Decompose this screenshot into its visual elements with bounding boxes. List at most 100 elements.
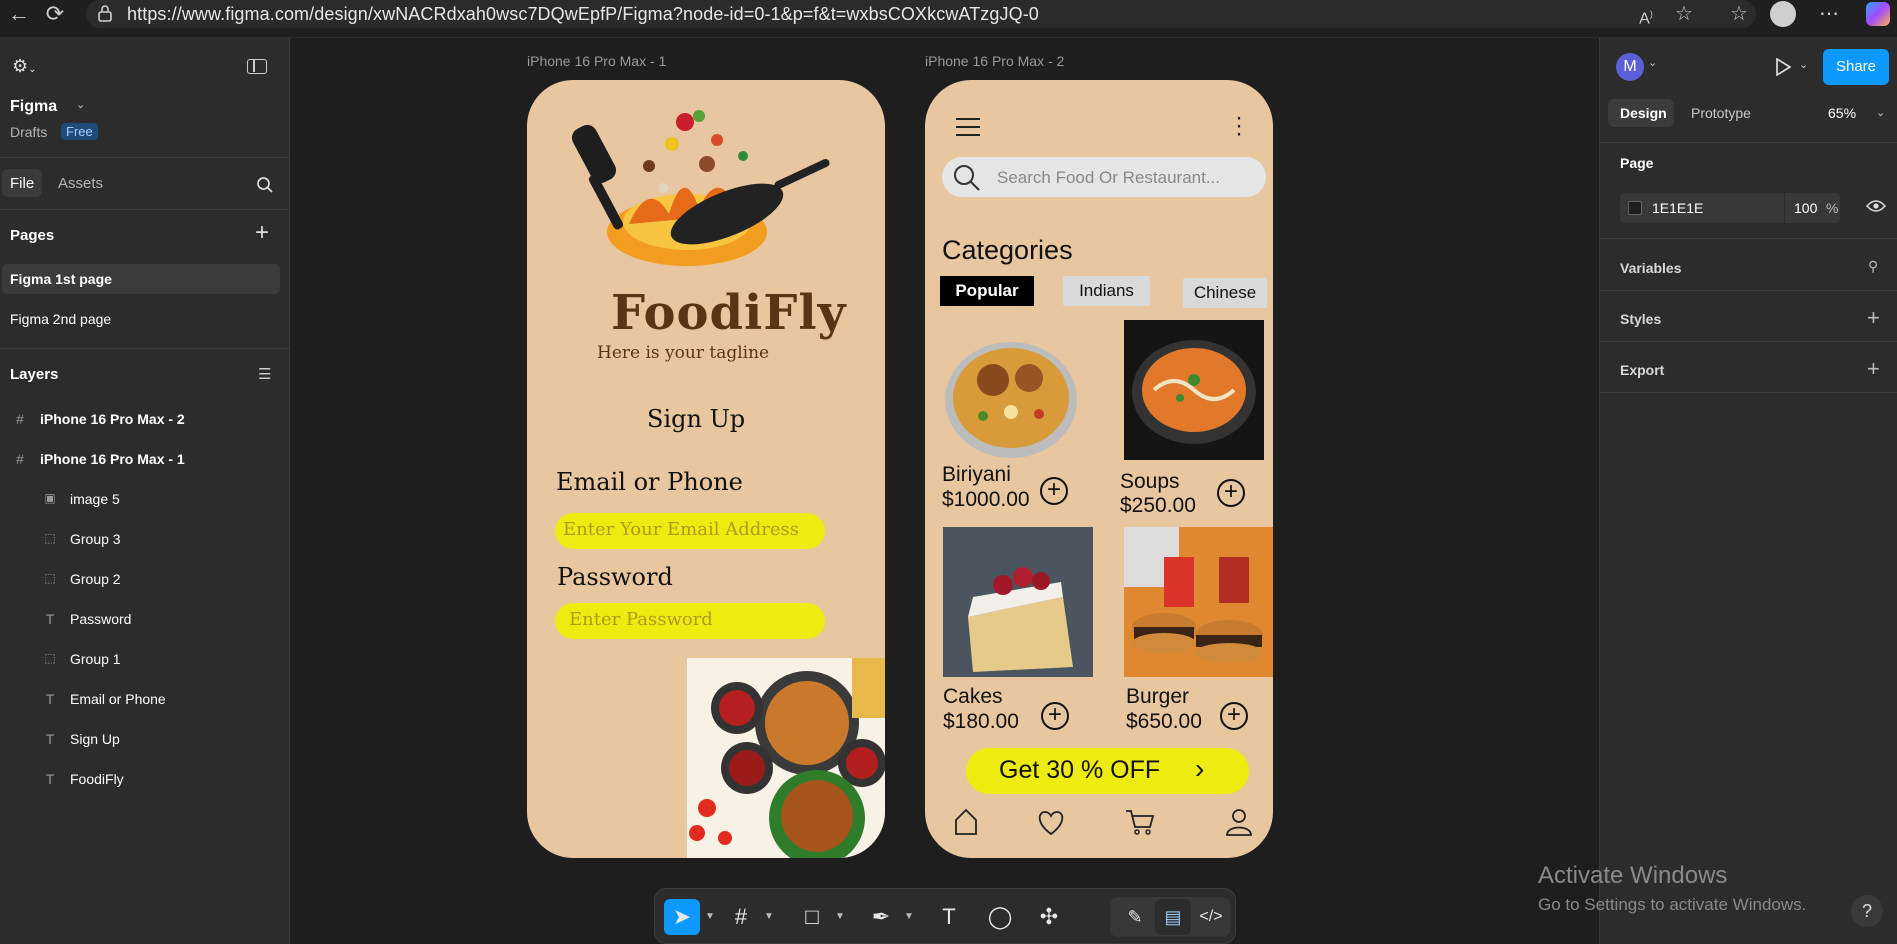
profile-icon[interactable] bbox=[1225, 808, 1253, 836]
zoom-chevron-icon[interactable]: ⌄ bbox=[1876, 106, 1885, 119]
design-mode-icon[interactable]: ▤ bbox=[1155, 899, 1191, 935]
search-icon bbox=[954, 165, 980, 191]
variables-heading[interactable]: Variables bbox=[1620, 260, 1682, 276]
layer-item[interactable]: Password bbox=[70, 611, 131, 627]
styles-heading[interactable]: Styles bbox=[1620, 311, 1661, 327]
refresh-icon[interactable]: ⟳ bbox=[40, 2, 70, 26]
help-icon[interactable]: ? bbox=[1851, 895, 1883, 927]
item-name-biriyani: Biriyani bbox=[942, 463, 1011, 486]
chip-chinese[interactable]: Chinese bbox=[1183, 278, 1267, 308]
zoom-level[interactable]: 65% bbox=[1828, 105, 1856, 121]
sidebar-toggle-icon[interactable] bbox=[247, 59, 267, 74]
phone-frame-categories[interactable]: · · · Search Food Or Restaurant... Categor… bbox=[925, 80, 1273, 858]
page-item-1[interactable]: Figma 1st page bbox=[10, 271, 112, 287]
color-swatch[interactable] bbox=[1628, 201, 1642, 215]
copilot-icon[interactable] bbox=[1866, 2, 1890, 26]
comment-tool-icon[interactable]: ◯ bbox=[982, 899, 1018, 935]
email-field[interactable]: Enter Your Email Address bbox=[555, 513, 825, 549]
layer-item[interactable]: Email or Phone bbox=[70, 691, 166, 707]
address-bar[interactable]: https://www.figma.com/design/xwNACRdxah0… bbox=[86, 0, 1756, 28]
pen-tool-icon[interactable]: ✒ bbox=[863, 899, 899, 935]
kebab-menu-icon[interactable]: · · · bbox=[1235, 106, 1243, 146]
add-soups-button[interactable]: + bbox=[1217, 479, 1245, 507]
pages-heading: Pages bbox=[10, 227, 55, 244]
bg-color-hex[interactable]: 1E1E1E bbox=[1652, 200, 1703, 216]
plan-badge: Free bbox=[61, 123, 98, 140]
favorites-icon[interactable]: ☆ bbox=[1726, 3, 1752, 25]
play-prototype-icon[interactable] bbox=[1775, 58, 1791, 76]
search-icon[interactable] bbox=[256, 176, 274, 194]
add-export-icon[interactable]: + bbox=[1867, 358, 1880, 380]
collapse-layers-icon[interactable]: ☰ bbox=[258, 365, 271, 383]
export-heading[interactable]: Export bbox=[1620, 362, 1664, 378]
layer-item[interactable]: iPhone 16 Pro Max - 2 bbox=[40, 411, 185, 427]
layer-item[interactable]: Group 3 bbox=[70, 531, 121, 547]
add-page-icon[interactable]: + bbox=[255, 219, 269, 247]
design-canvas[interactable]: iPhone 16 Pro Max - 1 iPhone 16 Pro Max … bbox=[291, 38, 1599, 944]
cart-icon[interactable] bbox=[1125, 808, 1155, 836]
back-icon[interactable]: ← bbox=[4, 2, 34, 26]
draw-mode-icon[interactable]: ✎ bbox=[1117, 899, 1153, 935]
tab-design[interactable]: Design bbox=[1620, 105, 1667, 121]
text-tool-icon[interactable]: T bbox=[931, 899, 967, 935]
play-chevron-icon[interactable]: ⌄ bbox=[1799, 58, 1808, 71]
profile-icon[interactable] bbox=[1770, 1, 1796, 27]
item-name-soups: Soups bbox=[1120, 470, 1180, 493]
layer-item[interactable]: Sign Up bbox=[70, 731, 120, 747]
avatar-chevron-icon[interactable]: ⌄ bbox=[1648, 56, 1657, 69]
tab-prototype[interactable]: Prototype bbox=[1691, 105, 1751, 121]
add-style-icon[interactable]: + bbox=[1867, 307, 1880, 329]
variables-icon[interactable]: ⚲ bbox=[1868, 258, 1878, 275]
group-icon: ⬚ bbox=[44, 651, 56, 665]
item-name-cakes: Cakes bbox=[943, 685, 1003, 708]
logo-text: FoodiFly bbox=[611, 285, 847, 341]
bottom-toolbar: ➤ ▼ # ▼ □ ▼ ✒ ▼ T ◯ ✣ ✎ ▤ </> bbox=[654, 888, 1236, 944]
add-burger-button[interactable]: + bbox=[1220, 702, 1248, 730]
email-label: Email or Phone bbox=[556, 468, 743, 496]
add-biriyani-button[interactable]: + bbox=[1040, 477, 1068, 505]
figma-menu-icon[interactable]: ⚙⌄ bbox=[12, 56, 37, 77]
frame-tool-icon[interactable]: # bbox=[723, 899, 759, 935]
chip-popular[interactable]: Popular bbox=[940, 276, 1034, 306]
favorite-star-icon[interactable]: ☆ bbox=[1671, 3, 1697, 25]
eye-icon[interactable] bbox=[1866, 199, 1886, 213]
avatar[interactable]: M bbox=[1616, 53, 1644, 81]
share-button[interactable]: Share bbox=[1823, 49, 1889, 85]
tab-assets[interactable]: Assets bbox=[58, 175, 103, 192]
move-tool-icon[interactable]: ➤ bbox=[664, 899, 700, 935]
shape-tool-icon[interactable]: □ bbox=[794, 899, 830, 935]
move-tool-chevron-icon[interactable]: ▼ bbox=[705, 911, 715, 922]
add-cakes-button[interactable]: + bbox=[1041, 702, 1069, 730]
chip-indians[interactable]: Indians bbox=[1063, 276, 1150, 306]
layer-item[interactable]: iPhone 16 Pro Max - 1 bbox=[40, 451, 185, 467]
tagline: Here is your tagline bbox=[597, 343, 770, 363]
dev-mode-icon[interactable]: </> bbox=[1193, 899, 1229, 935]
heart-icon[interactable] bbox=[1036, 810, 1066, 836]
frame-label-1[interactable]: iPhone 16 Pro Max - 1 bbox=[527, 53, 666, 69]
file-location[interactable]: Drafts bbox=[10, 124, 47, 140]
layer-item[interactable]: Group 1 bbox=[70, 651, 121, 667]
file-menu-chevron-icon[interactable]: ⌄ bbox=[76, 98, 85, 111]
file-name[interactable]: Figma bbox=[10, 98, 57, 116]
frame-label-2[interactable]: iPhone 16 Pro Max - 2 bbox=[925, 53, 1064, 69]
read-aloud-icon[interactable]: A) bbox=[1633, 3, 1659, 30]
cake-image bbox=[943, 527, 1093, 677]
phone-frame-signup[interactable]: FoodiFly Here is your tagline Sign Up Em… bbox=[527, 80, 885, 858]
shape-tool-chevron-icon[interactable]: ▼ bbox=[835, 911, 845, 922]
page-item-2[interactable]: Figma 2nd page bbox=[10, 311, 111, 327]
pen-tool-chevron-icon[interactable]: ▼ bbox=[904, 911, 914, 922]
frame-tool-chevron-icon[interactable]: ▼ bbox=[764, 911, 774, 922]
hamburger-menu-icon[interactable] bbox=[956, 118, 980, 136]
categories-heading: Categories bbox=[942, 235, 1073, 265]
layer-item[interactable]: Group 2 bbox=[70, 571, 121, 587]
biriyani-image bbox=[945, 342, 1077, 458]
actions-tool-icon[interactable]: ✣ bbox=[1031, 899, 1067, 935]
lock-icon bbox=[98, 5, 112, 22]
layer-item[interactable]: FoodiFly bbox=[70, 771, 124, 787]
bg-opacity[interactable]: 100 bbox=[1794, 200, 1817, 216]
more-icon[interactable]: ⋯ bbox=[1816, 3, 1842, 25]
tab-file[interactable]: File bbox=[10, 175, 34, 192]
password-field[interactable]: Enter Password bbox=[555, 603, 825, 639]
layer-item[interactable]: image 5 bbox=[70, 491, 120, 507]
home-icon[interactable] bbox=[954, 808, 978, 836]
